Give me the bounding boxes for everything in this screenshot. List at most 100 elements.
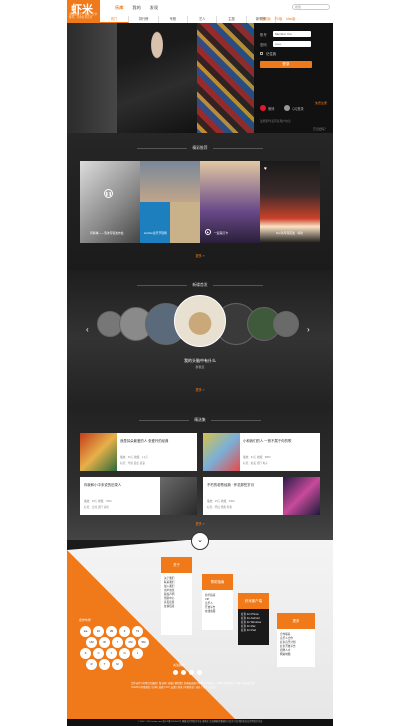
partner-logo[interactable]: T xyxy=(99,659,110,670)
forgot-password-link[interactable]: 忘记密码？ xyxy=(313,127,327,131)
hero-banner[interactable] xyxy=(67,23,254,133)
featured-card[interactable]: ▶ 一起来打卡 xyxy=(200,161,260,243)
collection-card[interactable]: 我是耳朵最爱的人 张爱玲的经典 播放：36万 收藏：1.2万 标签：华语 民谣 … xyxy=(80,433,197,471)
footer-col-links: 合作联系 音乐人合作 虾米音乐计划 虾米开放平台 招聘人才 网站地图 xyxy=(280,633,312,657)
footer-col-links: 虾米 for iPhone 虾米 for Android 虾米 for Wind… xyxy=(241,613,266,633)
account-field[interactable]: Member You xyxy=(273,31,311,37)
weibo-login[interactable]: 微博 xyxy=(260,105,274,111)
collection-title[interactable]: 你我和小中未说的旧录人 xyxy=(84,482,158,487)
collection-title[interactable]: 小和我们的人 一首不属于你的歌 xyxy=(243,438,317,443)
footer-link[interactable]: 在线客服 xyxy=(205,610,230,614)
partner-logo[interactable]: ID xyxy=(99,637,110,648)
partner-logo[interactable]: J xyxy=(132,648,143,659)
album-disc-active[interactable] xyxy=(174,295,226,347)
partner-logo[interactable]: FM xyxy=(125,637,136,648)
partner-logo[interactable]: ICI xyxy=(93,626,104,637)
collection-card[interactable]: 你我和小中未说的旧录人 播放：28万 收藏：7600 标签：日韩 流行 清新 xyxy=(80,477,197,515)
partner-logo[interactable]: Y xyxy=(106,648,117,659)
logo-tagline: 高品质音乐，发现 · 分享 · 推荐，尽在虾米音乐 xyxy=(69,13,99,19)
site-logo[interactable]: 虾米 高品质音乐，发现 · 分享 · 推荐，尽在虾米音乐 xyxy=(67,0,100,23)
featured-card-thumbs xyxy=(140,202,200,243)
client-mobile-link[interactable]: 手机版 xyxy=(261,16,271,23)
partner-logo[interactable]: C xyxy=(93,648,104,659)
partner-logo[interactable]: tea xyxy=(80,626,91,637)
nav-item-discover[interactable]: 发现 xyxy=(150,5,158,11)
heart-icon[interactable]: ♥ xyxy=(264,166,267,172)
footer-col-links: 新手指南 VIP 音乐人 开放平台 在线客服 xyxy=(205,594,230,614)
subnav-item-albums[interactable]: 专辑 xyxy=(159,16,188,23)
partner-logo[interactable]: M xyxy=(112,659,123,670)
hero-artist-image xyxy=(117,23,197,133)
play-icon[interactable]: ▶ xyxy=(205,229,211,235)
partner-logo[interactable]: S xyxy=(80,648,91,659)
collection-thumb xyxy=(283,477,320,515)
featured-card[interactable]: Hi-Five音乐节现场 xyxy=(140,161,200,243)
carousel-next-icon[interactable]: › xyxy=(307,325,310,334)
footer-link[interactable]: 网站地图 xyxy=(280,653,312,657)
login-panel: 账号 Member You 密码 •••••• 记住我 登录 免费注册 微博 Q… xyxy=(254,23,333,133)
new-albums-title: 新碟首发 xyxy=(67,283,333,288)
pause-icon[interactable]: ❚❚ xyxy=(104,189,113,198)
remember-checkbox[interactable] xyxy=(260,52,263,55)
wechat-icon[interactable] xyxy=(181,670,186,675)
agreement-text: 注册即代表同意用户协议 xyxy=(260,119,291,123)
collection-title[interactable]: 我是耳朵最爱的人 张爱玲的经典 xyxy=(120,438,194,443)
footer-links[interactable]: 合作伙伴 | 阿里巴巴集团 | 淘宝网 | 天猫 | 聚划算 | 全球速卖通 |… xyxy=(131,682,261,689)
current-album-title[interactable]: 我的头脑中有什么 xyxy=(67,358,333,364)
douban-icon[interactable] xyxy=(197,670,202,675)
password-field[interactable]: •••••• xyxy=(273,41,311,47)
subnav-item-hot[interactable]: 热门 xyxy=(100,16,130,23)
subnav-item-artists[interactable]: 艺人 xyxy=(188,16,218,23)
thumb-image xyxy=(170,202,200,243)
album-carousel xyxy=(97,295,303,349)
featured-card-caption: Hi-Five音乐节现场 xyxy=(144,231,167,235)
password-label: 密码 xyxy=(260,42,267,47)
subnav-item-charts[interactable]: 排行榜 xyxy=(129,16,159,23)
partner-logo[interactable]: UM xyxy=(86,637,97,648)
collection-title[interactable]: 不朽的老歌经典 · 怀念那些岁月 xyxy=(207,482,281,487)
collection-card[interactable]: 小和我们的人 一首不属于你的歌 播放：32万 收藏：9800 标签：欧美 流行 … xyxy=(203,433,320,471)
featured-card[interactable]: ♥ Ryu新专辑首发 · 嘻哈 xyxy=(260,161,320,243)
new-albums-more-link[interactable]: 更多 » xyxy=(67,387,333,392)
account-label: 账号 xyxy=(260,32,267,37)
partner-logo[interactable]: 7 xyxy=(112,637,123,648)
nav-item-library[interactable]: 乐库 xyxy=(115,5,123,11)
partner-logo[interactable]: Z xyxy=(119,626,130,637)
collection-card[interactable]: 不朽的老歌经典 · 怀念那些岁月 播放：25万 收藏：6400 标签：怀旧 经典… xyxy=(203,477,320,515)
featured-more-link[interactable]: 更多 » xyxy=(67,253,333,258)
footer-col-heading: 关于 xyxy=(161,557,192,573)
follow-label: 关注我们 xyxy=(173,663,186,667)
collection-tags: 标签：华语 民谣 摇滚 xyxy=(120,462,145,465)
nav-item-mine[interactable]: 我的 xyxy=(132,5,140,11)
footer-link[interactable]: 虾米 for iPad xyxy=(241,629,266,633)
partner-logo[interactable]: SM xyxy=(138,637,149,648)
current-album-artist[interactable]: 群星集 xyxy=(67,365,333,369)
client-mac-link[interactable]: Mac版 xyxy=(286,16,295,23)
collection-meta: 播放：25万 收藏：6400 xyxy=(207,500,235,503)
footer-col-heading: 帮助指南 xyxy=(202,574,233,590)
qq-icon[interactable] xyxy=(189,670,194,675)
partner-logo[interactable]: N xyxy=(119,648,130,659)
album-disc[interactable] xyxy=(273,311,299,337)
collection-meta: 播放：36万 收藏：1.2万 xyxy=(120,456,148,459)
copyright: © 2007 - 2014 xiami.com 浙ICP备1234567号 网络… xyxy=(67,719,333,726)
scroll-down-icon[interactable]: ⌄ xyxy=(191,532,209,550)
collection-tags: 标签：日韩 流行 清新 xyxy=(84,506,109,509)
search-input[interactable]: 搜索 xyxy=(292,4,330,10)
carousel-prev-icon[interactable]: ‹ xyxy=(86,325,89,334)
partner-logo[interactable]: YS xyxy=(132,626,143,637)
subnav-item-themes[interactable]: 主题 xyxy=(217,16,247,23)
collections-more-link[interactable]: 更多 » xyxy=(67,521,333,526)
login-button[interactable]: 登录 xyxy=(260,61,312,68)
weibo-icon[interactable] xyxy=(173,670,178,675)
partner-logo[interactable]: R xyxy=(86,659,97,670)
register-link[interactable]: 免费注册 xyxy=(315,101,327,105)
featured-card[interactable]: ❚❚ 邓紫棋——泡沫专辑发布会 xyxy=(80,161,140,243)
footer-col-clients: 虾米客户端 虾米 for iPhone 虾米 for Android 虾米 fo… xyxy=(238,593,269,645)
qq-icon xyxy=(284,105,291,111)
qq-login[interactable]: QQ登录 xyxy=(284,105,304,111)
collection-thumb xyxy=(80,433,117,471)
partner-logo[interactable]: VR xyxy=(106,626,117,637)
client-pc-link[interactable]: PC版 xyxy=(275,16,283,23)
footer-link[interactable]: 友情链接 xyxy=(164,605,189,609)
